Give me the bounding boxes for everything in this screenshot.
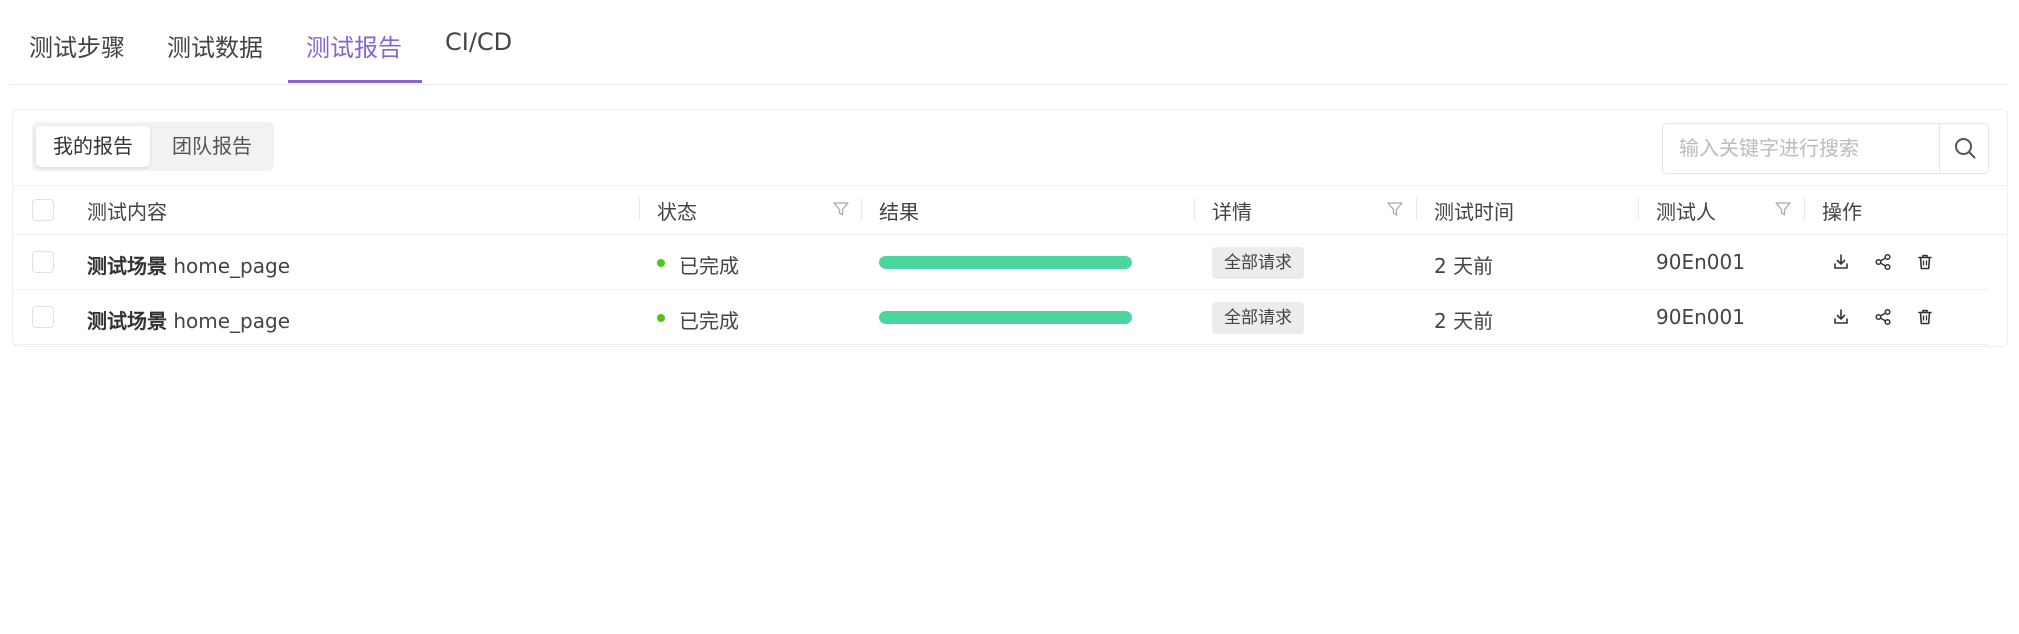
tab-ci-cd[interactable]: CI/CD xyxy=(445,28,512,56)
column-header-result: 结果 xyxy=(879,200,919,224)
column-divider xyxy=(861,198,862,220)
status-dot xyxy=(657,314,665,322)
column-header-tester: 测试人 xyxy=(1656,200,1716,224)
detail-tag[interactable]: 全部请求 xyxy=(1212,247,1304,279)
column-divider xyxy=(639,198,640,220)
tab-test-data[interactable]: 测试数据 xyxy=(167,28,263,63)
column-header-content: 测试内容 xyxy=(87,200,167,224)
result-progress-fill xyxy=(879,256,1132,269)
tester-name: 90En001 xyxy=(1656,305,1745,329)
column-header-detail: 详情 xyxy=(1212,200,1252,224)
search-box xyxy=(1662,123,1989,174)
report-card: 我的报告 团队报告 测试内容 状态 结果 详情 测试时间 测试人 xyxy=(12,109,2008,347)
search-button[interactable] xyxy=(1939,124,1988,171)
content-type: 测试场景 xyxy=(87,309,167,333)
scenario-name: home_page xyxy=(173,309,291,333)
test-time: 2 天前 xyxy=(1434,254,1494,278)
column-divider xyxy=(1416,198,1417,220)
column-divider xyxy=(1638,198,1639,220)
column-divider xyxy=(1804,198,1805,220)
tester-name: 90En001 xyxy=(1656,250,1745,274)
tab-test-steps[interactable]: 测试步骤 xyxy=(29,28,125,63)
status-dot xyxy=(657,259,665,267)
result-progress-bar xyxy=(879,256,1132,269)
test-time: 2 天前 xyxy=(1434,309,1494,333)
download-icon[interactable] xyxy=(1831,252,1851,272)
column-header-status: 状态 xyxy=(657,200,697,224)
delete-icon[interactable] xyxy=(1915,307,1935,327)
download-icon[interactable] xyxy=(1831,307,1851,327)
report-scope-switch: 我的报告 团队报告 xyxy=(32,122,274,171)
share-icon[interactable] xyxy=(1873,252,1893,272)
result-progress-bar xyxy=(879,311,1132,324)
my-reports-button[interactable]: 我的报告 xyxy=(36,126,150,167)
select-all-checkbox[interactable] xyxy=(32,199,54,221)
search-icon xyxy=(1955,138,1976,159)
row-checkbox[interactable] xyxy=(32,251,54,273)
column-divider xyxy=(1194,198,1195,220)
test-content[interactable]: 测试场景 home_page xyxy=(87,250,290,279)
status-text: 已完成 xyxy=(679,309,739,333)
search-input[interactable] xyxy=(1663,124,1939,171)
table-row: 测试场景 home_page 已完成 全部请求 2 天前 90En001 xyxy=(13,235,1989,290)
status-filter-icon[interactable] xyxy=(832,200,850,218)
row-checkbox[interactable] xyxy=(32,306,54,328)
team-reports-button[interactable]: 团队报告 xyxy=(154,126,270,167)
tab-bar: 测试步骤 测试数据 测试报告 CI/CD xyxy=(10,0,2008,85)
content-type: 测试场景 xyxy=(87,254,167,278)
result-progress-fill xyxy=(879,311,1132,324)
test-content[interactable]: 测试场景 home_page xyxy=(87,305,290,334)
delete-icon[interactable] xyxy=(1915,252,1935,272)
column-header-test-time: 测试时间 xyxy=(1434,200,1514,224)
detail-filter-icon[interactable] xyxy=(1386,200,1404,218)
column-header-actions: 操作 xyxy=(1822,200,1862,224)
detail-tag[interactable]: 全部请求 xyxy=(1212,302,1304,334)
share-icon[interactable] xyxy=(1873,307,1893,327)
scenario-name: home_page xyxy=(173,254,291,278)
table-header: 测试内容 状态 结果 详情 测试时间 测试人 操作 xyxy=(13,185,2007,235)
status-text: 已完成 xyxy=(679,254,739,278)
active-tab-indicator xyxy=(288,80,422,83)
tab-test-report[interactable]: 测试报告 xyxy=(306,28,402,63)
tester-filter-icon[interactable] xyxy=(1774,200,1792,218)
table-row: 测试场景 home_page 已完成 全部请求 2 天前 90En001 xyxy=(13,290,1989,345)
